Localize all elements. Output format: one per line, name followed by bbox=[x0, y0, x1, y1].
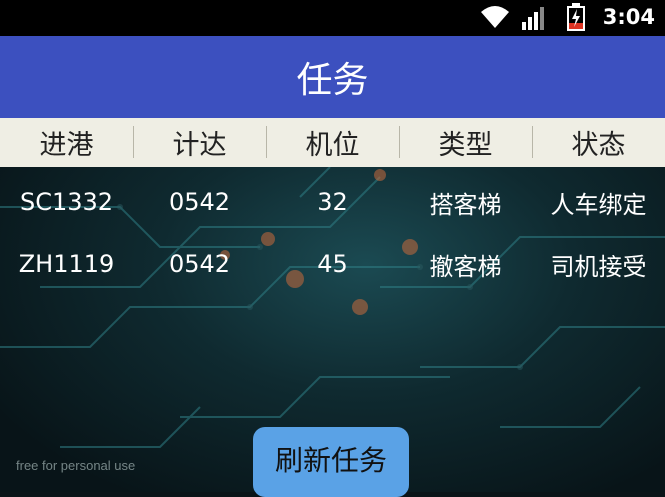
cell-type: 搭客梯 bbox=[429, 190, 502, 219]
header-stand: 机位 bbox=[266, 118, 399, 167]
cell-type: 撤客梯 bbox=[429, 252, 502, 281]
watermark-text: free for personal use bbox=[16, 458, 136, 473]
header-type: 类型 bbox=[399, 118, 532, 167]
header-arrival: 进港 bbox=[39, 130, 94, 161]
wifi-icon bbox=[481, 6, 509, 28]
status-bar: 3:04 bbox=[0, 0, 665, 36]
table-header: 进港 计达 机位 类型 状态 bbox=[0, 118, 665, 167]
status-time: 3:04 bbox=[602, 5, 655, 29]
cell-eta: 0542 bbox=[168, 250, 231, 278]
refresh-tasks-button[interactable]: 刷新任务 bbox=[253, 427, 409, 497]
cell-arrival: ZH1119 bbox=[18, 250, 115, 278]
header-eta: 计达 bbox=[133, 118, 266, 167]
battery-charging-icon bbox=[567, 3, 585, 31]
cell-stand: 32 bbox=[317, 188, 348, 216]
cellular-signal-icon bbox=[522, 7, 544, 30]
cell-status: 人车绑定 bbox=[550, 190, 647, 219]
cell-stand: 45 bbox=[317, 250, 348, 278]
table-row[interactable]: SC1332 0542 32 搭客梯 人车绑定 bbox=[0, 172, 665, 232]
title-bar: 任务 bbox=[0, 36, 665, 118]
cell-eta: 0542 bbox=[168, 188, 231, 216]
table-row[interactable]: ZH1119 0542 45 撤客梯 司机接受 bbox=[0, 234, 665, 294]
cell-status: 司机接受 bbox=[550, 252, 647, 281]
cell-arrival: SC1332 bbox=[19, 188, 114, 216]
header-status: 状态 bbox=[532, 118, 665, 167]
page-title: 任务 bbox=[296, 60, 369, 101]
